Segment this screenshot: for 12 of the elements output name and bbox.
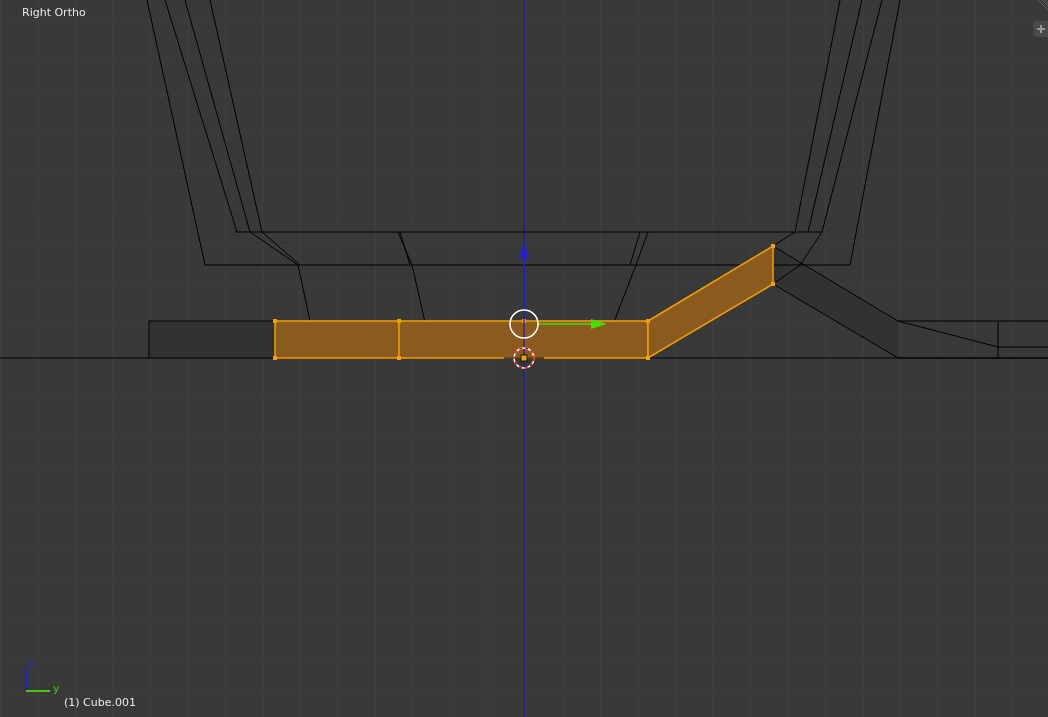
axis-gizmo bbox=[25, 666, 51, 692]
3d-cursor-icon bbox=[503, 347, 545, 369]
object-label: (1) Cube.001 bbox=[64, 696, 136, 709]
view-label: Right Ortho bbox=[22, 6, 86, 19]
z-move-arrow[interactable] bbox=[519, 242, 529, 314]
y-move-arrow[interactable] bbox=[537, 319, 607, 329]
add-button[interactable] bbox=[1033, 21, 1048, 37]
selected-faces[interactable] bbox=[273, 244, 775, 360]
plus-icon bbox=[1036, 25, 1045, 33]
y-axis-label: y bbox=[53, 682, 60, 695]
z-axis-label: z bbox=[28, 656, 34, 669]
manipulator-circle[interactable] bbox=[509, 309, 539, 339]
